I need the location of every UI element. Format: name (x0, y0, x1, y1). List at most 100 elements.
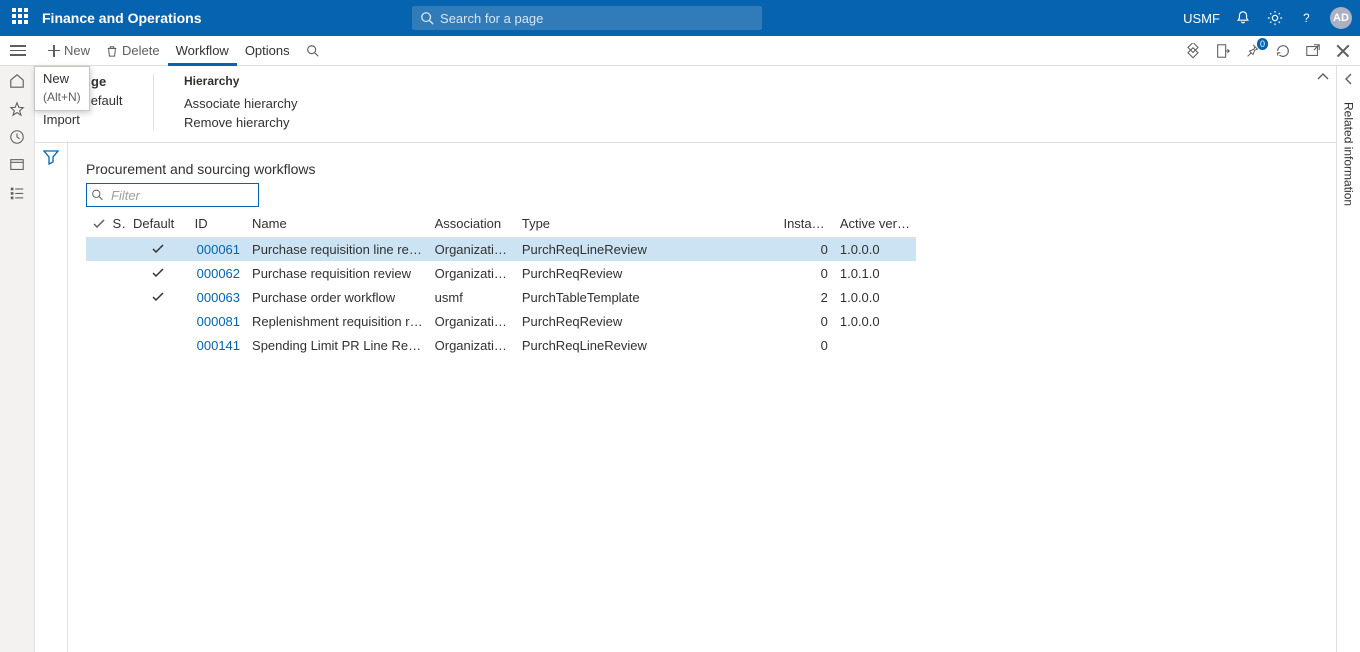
table-row[interactable]: 000062Purchase requisition reviewOrganiz… (86, 261, 916, 285)
grid-filter-input[interactable] (86, 183, 259, 207)
cell-default[interactable] (127, 309, 189, 333)
table-row[interactable]: 000063Purchase order workflowusmfPurchTa… (86, 285, 916, 309)
global-search (412, 6, 762, 30)
column-association[interactable]: Association (429, 211, 516, 237)
left-nav-rail (0, 66, 35, 652)
funnel-icon[interactable] (43, 149, 59, 165)
export-icon[interactable] (1214, 42, 1232, 60)
cell-id[interactable]: 000063 (189, 285, 246, 309)
row-selector[interactable] (86, 333, 107, 357)
grid-filter (86, 183, 259, 207)
delete-button[interactable]: Delete (98, 37, 168, 65)
cell-name: Replenishment requisition rev... (246, 309, 429, 333)
find-button[interactable] (298, 37, 328, 65)
column-type[interactable]: Type (516, 211, 778, 237)
table-row[interactable]: 000061Purchase requisition line reviewOr… (86, 237, 916, 261)
global-search-input[interactable] (412, 6, 762, 30)
cell-association: usmf (429, 285, 516, 309)
popout-button[interactable] (1304, 42, 1322, 60)
cell-instances: 0 (777, 333, 833, 357)
diamond-icon[interactable] (1184, 42, 1202, 60)
cell-id[interactable]: 000081 (189, 309, 246, 333)
search-icon (306, 44, 320, 58)
workspaces-icon[interactable] (8, 156, 26, 174)
cell-type: PurchTableTemplate (516, 285, 778, 309)
cell-type: PurchReqReview (516, 309, 778, 333)
cell-id[interactable]: 000061 (189, 237, 246, 261)
ribbon-import[interactable]: Import (43, 112, 123, 127)
recent-icon[interactable] (8, 128, 26, 146)
new-button[interactable]: New (40, 37, 98, 65)
cell-instances: 0 (777, 237, 833, 261)
ribbon-hierarchy-header: Hierarchy (184, 74, 297, 88)
column-instances[interactable]: Instances (777, 211, 833, 237)
cell-default[interactable] (127, 333, 189, 357)
page-title: Procurement and sourcing workflows (86, 161, 1312, 177)
cell-instances: 0 (777, 261, 833, 285)
body: ge Set as default Import Hierarchy Assoc… (0, 66, 1360, 652)
modules-icon[interactable] (8, 184, 26, 202)
cell-instances: 0 (777, 309, 833, 333)
tooltip-title: New (43, 71, 81, 86)
workflows-grid: S... Default ID Name Association Type In… (86, 211, 916, 357)
ribbon-collapse-icon[interactable] (1316, 70, 1330, 84)
company-picker[interactable]: USMF (1183, 11, 1220, 26)
ribbon-associate-hierarchy[interactable]: Associate hierarchy (184, 96, 297, 111)
cell-id[interactable]: 000062 (189, 261, 246, 285)
check-icon (151, 266, 165, 280)
row-selector[interactable] (86, 237, 107, 261)
column-active-version[interactable]: Active version (834, 211, 916, 237)
new-button-label: New (64, 43, 90, 58)
search-icon (91, 189, 104, 202)
refresh-button[interactable] (1274, 42, 1292, 60)
user-avatar[interactable]: AD (1330, 7, 1352, 29)
cell-active-version: 1.0.0.0 (834, 285, 916, 309)
options-tab-label: Options (245, 43, 290, 58)
cell-type: PurchReqLineReview (516, 333, 778, 357)
home-icon[interactable] (8, 72, 26, 90)
column-s[interactable]: S... (107, 211, 128, 237)
cell-default[interactable] (127, 237, 189, 261)
nav-toggle-icon[interactable] (10, 41, 30, 61)
table-row[interactable]: 000141Spending Limit PR Line ReviewOrgan… (86, 333, 916, 357)
column-select[interactable] (86, 211, 107, 237)
help-icon[interactable]: ? (1298, 9, 1316, 27)
check-icon (151, 290, 165, 304)
cell-name: Spending Limit PR Line Review (246, 333, 429, 357)
close-button[interactable] (1334, 42, 1352, 60)
row-selector[interactable] (86, 309, 107, 333)
cell-s (107, 237, 128, 261)
bell-icon[interactable] (1234, 9, 1252, 27)
ribbon-remove-hierarchy[interactable]: Remove hierarchy (184, 115, 297, 130)
attachments-button[interactable]: 0 (1244, 42, 1262, 60)
cell-s (107, 285, 128, 309)
cell-id[interactable]: 000141 (189, 333, 246, 357)
row-selector[interactable] (86, 285, 107, 309)
row-selector[interactable] (86, 261, 107, 285)
right-rail-label[interactable]: Related information (1342, 102, 1356, 206)
table-row[interactable]: 000081Replenishment requisition rev...Or… (86, 309, 916, 333)
right-rail: Related information (1336, 66, 1360, 652)
new-button-tooltip: New (Alt+N) (34, 66, 90, 111)
workflow-tab[interactable]: Workflow (168, 36, 237, 66)
app-title: Finance and Operations (42, 10, 201, 26)
cell-name: Purchase requisition line review (246, 237, 429, 261)
cell-active-version (834, 333, 916, 357)
cell-default[interactable] (127, 285, 189, 309)
grid-header-row: S... Default ID Name Association Type In… (86, 211, 916, 237)
cell-name: Purchase requisition review (246, 261, 429, 285)
options-tab[interactable]: Options (237, 37, 298, 65)
cell-s (107, 333, 128, 357)
attachments-badge: 0 (1257, 38, 1268, 50)
column-name[interactable]: Name (246, 211, 429, 237)
column-id[interactable]: ID (189, 211, 246, 237)
center-area: ge Set as default Import Hierarchy Assoc… (35, 66, 1336, 652)
expand-right-rail[interactable] (1342, 72, 1356, 86)
star-icon[interactable] (8, 100, 26, 118)
cell-type: PurchReqLineReview (516, 237, 778, 261)
gear-icon[interactable] (1266, 9, 1284, 27)
cell-default[interactable] (127, 261, 189, 285)
popout-icon (1305, 43, 1321, 59)
app-launcher-icon[interactable] (12, 8, 32, 28)
column-default[interactable]: Default (127, 211, 189, 237)
